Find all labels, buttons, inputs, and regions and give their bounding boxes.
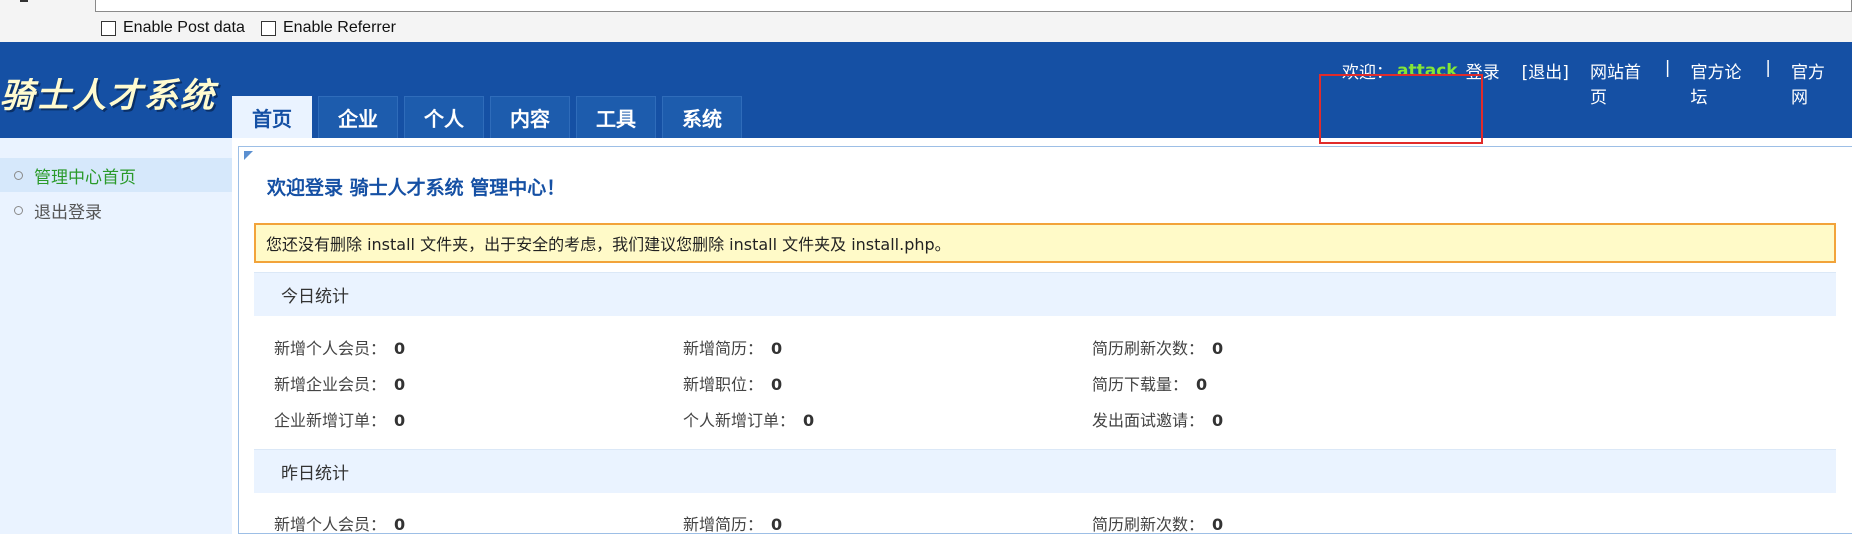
stat-label: 企业新增订单：	[274, 411, 387, 430]
stat-item: 简历刷新次数： 0	[1092, 511, 1223, 535]
stat-value: 0	[1212, 339, 1224, 358]
bullet-icon	[14, 170, 23, 180]
stat-item: 简历下载量： 0	[1092, 371, 1207, 395]
link-official-forum[interactable]: 官方论坛	[1690, 58, 1745, 108]
stat-item: 新增个人会员： 0	[274, 335, 405, 359]
stat-item: 企业新增订单： 0	[274, 407, 405, 431]
sidebar-item-label: 管理中心首页	[34, 167, 136, 188]
url-input[interactable]	[95, 0, 1852, 12]
stat-value: 0	[394, 339, 406, 358]
link-separator: |	[1664, 58, 1671, 78]
highlight-box	[1319, 74, 1483, 144]
stat-label: 发出面试邀请：	[1092, 411, 1205, 430]
tab-content[interactable]: 内容	[490, 96, 570, 138]
stat-value: 0	[771, 339, 783, 358]
stat-value: 0	[771, 375, 783, 394]
stat-label: 简历刷新次数：	[1092, 515, 1205, 534]
stat-item: 新增简历： 0	[683, 511, 782, 535]
stat-label: 新增职位：	[683, 375, 764, 394]
stat-value: 0	[1196, 375, 1208, 394]
tab-home[interactable]: 首页	[232, 96, 312, 138]
link-site-home[interactable]: 网站首页	[1590, 58, 1645, 108]
enable-referrer-label: Enable Referrer	[283, 19, 396, 36]
enable-post-checkbox[interactable]: Enable Post data	[101, 19, 245, 37]
enable-post-label: Enable Post data	[123, 19, 245, 36]
tab-tools[interactable]: 工具	[576, 96, 656, 138]
stat-item: 新增职位： 0	[683, 371, 782, 395]
stat-item: 发出面试邀请： 0	[1092, 407, 1223, 431]
stat-value: 0	[394, 515, 406, 534]
stat-value: 0	[1212, 515, 1224, 534]
page-title: 欢迎登录 骑士人才系统 管理中心！	[267, 177, 566, 199]
stat-label: 新增简历：	[683, 515, 764, 534]
admin-header: 骑士人才系统 首页 企业 个人 内容 工具 系统 欢迎： attack 登录 […	[0, 42, 1852, 144]
tab-personal[interactable]: 个人	[404, 96, 484, 138]
stat-label: 简历下载量：	[1092, 375, 1189, 394]
logo: 骑士人才系统	[0, 76, 216, 116]
yesterday-stats-title: 昨日统计	[281, 464, 349, 484]
main-tabs: 首页 企业 个人 内容 工具 系统	[232, 96, 748, 138]
stat-label: 新增简历：	[683, 339, 764, 358]
sidebar: 管理中心首页 退出登录	[0, 138, 232, 534]
sidebar-item-label: 退出登录	[34, 202, 102, 223]
stat-value: 0	[803, 411, 815, 430]
stat-value: 0	[394, 411, 406, 430]
stat-item: 新增企业会员： 0	[274, 371, 405, 395]
yesterday-stats-header: 昨日统计	[254, 449, 1836, 493]
sidebar-item-logout[interactable]: 退出登录	[0, 193, 232, 227]
stat-value: 0	[1212, 411, 1224, 430]
stat-item: 简历刷新次数： 0	[1092, 335, 1223, 359]
bullet-icon	[14, 205, 23, 215]
corner-marker	[244, 151, 253, 160]
stat-label: 新增个人会员：	[274, 339, 387, 358]
checkbox-box[interactable]	[101, 20, 116, 36]
sidebar-item-admin-home[interactable]: 管理中心首页	[0, 158, 232, 192]
logout-link[interactable]: [退出]	[1522, 58, 1569, 83]
warning-text: 您还没有删除 install 文件夹，出于安全的考虑，我们建议您删除 insta…	[266, 235, 951, 254]
today-stats-title: 今日统计	[281, 287, 349, 307]
link-separator: |	[1765, 58, 1771, 78]
top-links: 网站首页 | 官方论坛 | 官方网	[1590, 58, 1852, 108]
stat-item: 新增简历： 0	[683, 335, 782, 359]
link-official-site[interactable]: 官方网	[1791, 58, 1832, 108]
stat-label: 简历刷新次数：	[1092, 339, 1205, 358]
enable-referrer-checkbox[interactable]: Enable Referrer	[261, 19, 396, 37]
main-panel: 欢迎登录 骑士人才系统 管理中心！ 您还没有删除 install 文件夹，出于安…	[238, 146, 1852, 534]
tab-system[interactable]: 系统	[662, 96, 742, 138]
toolbar-mark	[20, 0, 28, 2]
stat-label: 个人新增订单：	[683, 411, 796, 430]
stat-label: 新增个人会员：	[274, 515, 387, 534]
tab-company[interactable]: 企业	[318, 96, 398, 138]
browser-toolbar: Enable Post data Enable Referrer	[0, 0, 1852, 42]
today-stats-header: 今日统计	[254, 272, 1836, 316]
stat-label: 新增企业会员：	[274, 375, 387, 394]
stat-value: 0	[771, 515, 783, 534]
stat-item: 个人新增订单： 0	[683, 407, 814, 431]
checkbox-box[interactable]	[261, 20, 276, 36]
install-warning: 您还没有删除 install 文件夹，出于安全的考虑，我们建议您删除 insta…	[254, 223, 1836, 263]
stat-value: 0	[394, 375, 406, 394]
stat-item: 新增个人会员： 0	[274, 511, 405, 535]
